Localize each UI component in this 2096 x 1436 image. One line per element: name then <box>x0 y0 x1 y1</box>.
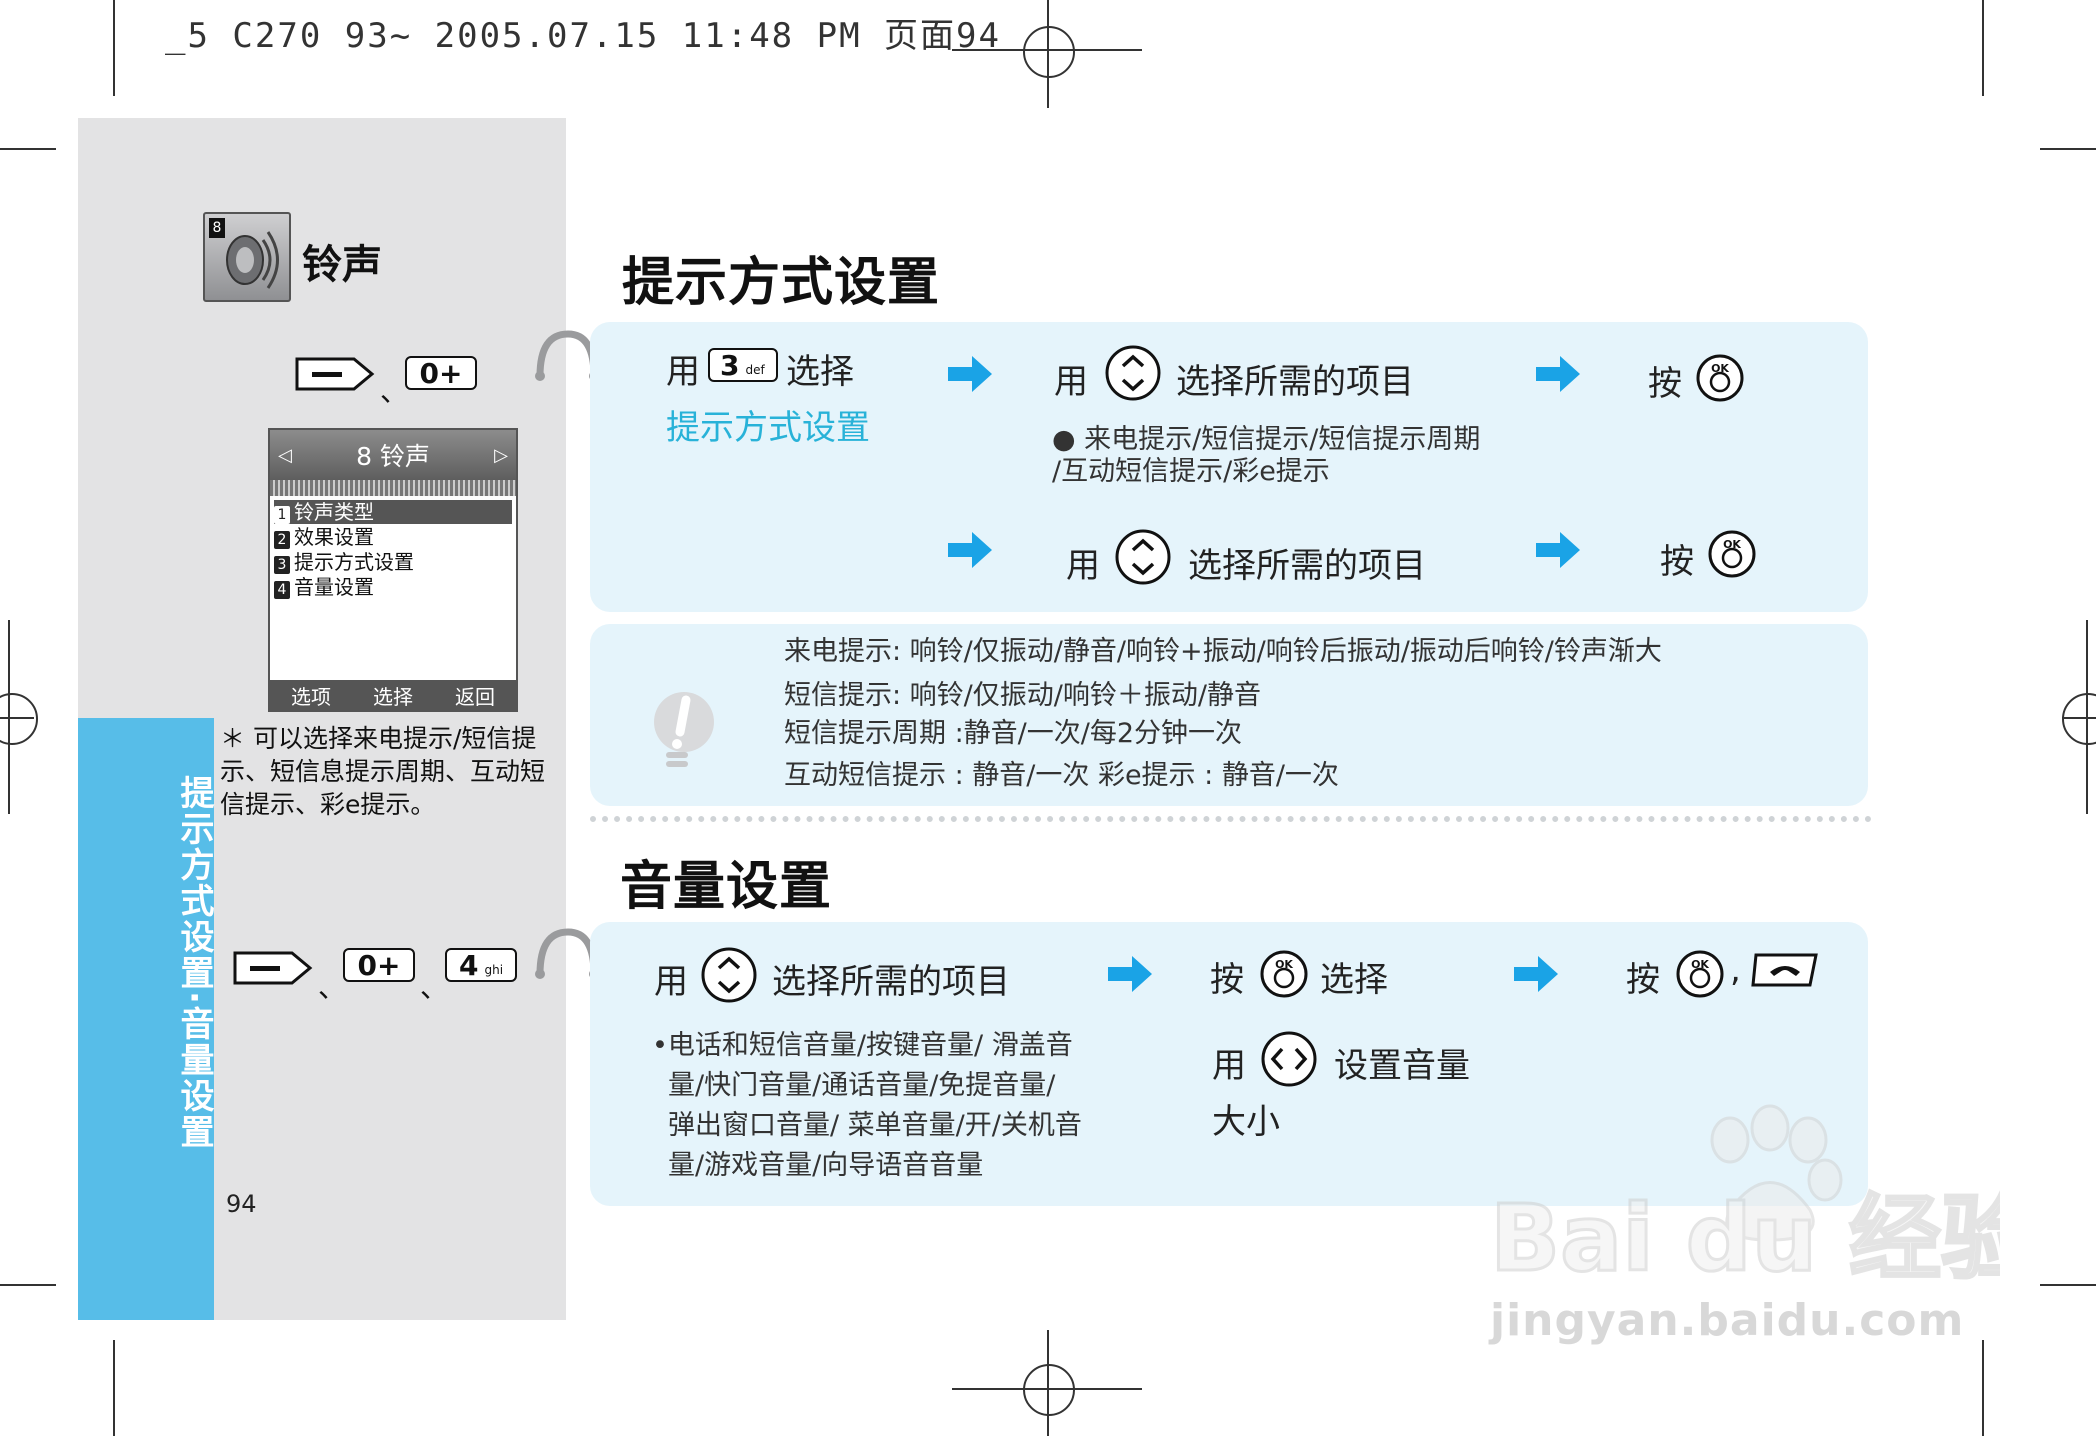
section-divider <box>590 816 1872 822</box>
step-text: 按 <box>1648 364 1682 404</box>
tip-line: 短信提示周期 :静音/一次/每2分钟一次 <box>784 718 1243 749</box>
separator: 、 <box>420 971 449 1004</box>
print-header: _5 C270 93~ 2005.07.15 11:48 PM 页面94 <box>165 16 1001 56</box>
nav-key-up-down-icon <box>701 947 757 1003</box>
separator: 、 <box>318 971 347 1004</box>
nav-key-left-right-icon <box>1261 1031 1317 1087</box>
volume-option-line: 弹出窗口音量/ 菜单音量/开/关机音 <box>668 1110 1082 1141</box>
key-three: 3 def <box>708 348 778 382</box>
volume-option-line: •电话和短信音量/按键音量/ 滑盖音 <box>652 1030 1073 1061</box>
sidebar-note: ＊ 可以选择来电提示/短信提示、短信息提示周期、互动短信提示、彩e提示。 <box>220 724 546 819</box>
left-softkey-icon <box>295 357 375 391</box>
comma: , <box>1730 950 1741 990</box>
next-arrow-icon <box>1536 532 1580 568</box>
next-arrow-icon <box>1514 956 1558 992</box>
key-four-letters: ghi <box>484 963 504 977</box>
step-text: 选择 <box>786 352 854 392</box>
item-number: 1 <box>274 506 290 524</box>
item-label: 效果设置 <box>294 525 374 549</box>
tip-bulb-icon <box>654 692 714 767</box>
ok-label: OK <box>1275 958 1293 971</box>
options-list: ● 来电提示/短信提示/短信提示周期 <box>1052 424 1481 455</box>
key-four-digit: 4 <box>459 948 479 982</box>
tip-line: 短信提示: 响铃/仅振动/响铃＋振动/静音 <box>784 680 1261 711</box>
tip-line: 来电提示: 响铃/仅振动/静音/响铃+振动/响铃后振动/振动后响铃/铃声渐大 <box>784 636 1662 667</box>
item-number: 2 <box>274 531 290 549</box>
ok-label: OK <box>1711 362 1729 375</box>
step-text: 按 <box>1660 542 1694 582</box>
key-three-digit: 3 <box>720 348 740 382</box>
phone-header: ◁ 8 铃声 ▷ <box>270 430 516 480</box>
key-four: 4 ghi <box>445 948 517 982</box>
step-text: 大小 <box>1212 1102 1280 1142</box>
step-text: 选择所需的项目 <box>772 962 1010 1002</box>
step-text: 用 <box>1066 546 1100 586</box>
menu-title: 铃声 <box>302 242 382 288</box>
phone-divider <box>270 480 516 496</box>
ok-key-icon: OK <box>1708 530 1756 578</box>
step-target-link: 提示方式设置 <box>666 408 870 448</box>
ok-label: OK <box>1691 958 1709 971</box>
phone-menu-item[interactable]: 2 效果设置 <box>274 525 512 549</box>
next-arrow-icon <box>948 532 992 568</box>
softkey-select[interactable]: 选择 <box>373 681 413 710</box>
item-number: 4 <box>274 581 290 599</box>
phone-screen: ◁ 8 铃声 ▷ 1 铃声类型 2 效果设置 3 提示方式设置 4 音量设置 选项 选择… <box>268 428 518 712</box>
softkey-back[interactable]: 返回 <box>455 681 495 710</box>
step-text: 用 <box>666 352 700 392</box>
step-text: 选择所需的项目 <box>1176 362 1414 402</box>
step-text: 用 <box>1054 362 1088 402</box>
page-number: 94 <box>226 1190 257 1218</box>
step-text: 用 <box>1212 1046 1246 1086</box>
section-heading-alert-mode: 提示方式设置 <box>622 253 941 313</box>
key-three-letters: def <box>745 363 765 377</box>
phone-header-title: 8 铃声 <box>356 442 430 471</box>
nav-key-up-down-icon <box>1115 529 1171 585</box>
tip-line: 互动短信提示 : 静音/一次 彩e提示 : 静音/一次 <box>784 760 1339 791</box>
item-label: 铃声类型 <box>294 500 374 524</box>
item-label: 提示方式设置 <box>294 550 414 574</box>
volume-option-line: 量/快门音量/通话音量/免提音量/ <box>668 1070 1056 1101</box>
phone-softkey-bar: 选项 选择 返回 <box>270 680 516 710</box>
baidu-watermark-logo: Bai du 经验 <box>1489 1104 2000 1294</box>
left-softkey-icon <box>233 951 313 985</box>
phone-menu-item[interactable]: 3 提示方式设置 <box>274 550 512 574</box>
next-arrow-icon <box>1108 956 1152 992</box>
step-text: 用 <box>654 962 688 1002</box>
ok-key-icon: OK <box>1676 950 1724 998</box>
end-call-key-icon <box>1751 953 1818 987</box>
separator: 、 <box>380 375 409 408</box>
softkey-options[interactable]: 选项 <box>291 681 331 710</box>
next-arrow-icon <box>948 356 992 392</box>
phone-menu-item[interactable]: 1 铃声类型 <box>274 500 512 524</box>
step-text: 选择所需的项目 <box>1188 546 1426 586</box>
step-text: 按 <box>1626 960 1660 1000</box>
item-number: 3 <box>274 556 290 574</box>
section-heading-volume: 音量设置 <box>620 857 833 917</box>
step-text: 按 <box>1210 960 1244 1000</box>
ok-key-icon: OK <box>1696 354 1744 402</box>
key-zero: 0+ <box>343 948 415 982</box>
step-text: 设置音量 <box>1334 1046 1470 1086</box>
right-arrow-icon: ▷ <box>494 444 508 466</box>
chapter-label: 提示方式设置·音量设置 <box>174 775 214 1150</box>
next-arrow-icon <box>1536 356 1580 392</box>
phone-menu-item[interactable]: 4 音量设置 <box>274 575 512 599</box>
ok-key-icon: OK <box>1260 950 1308 998</box>
nav-key-up-down-icon <box>1105 345 1161 401</box>
speaker-icon: 8 <box>203 212 291 302</box>
ok-label: OK <box>1723 538 1741 551</box>
step-text: 选择 <box>1320 960 1388 1000</box>
options-list-cont: /互动短信提示/彩e提示 <box>1052 456 1330 487</box>
volume-option-line: 量/游戏音量/向导语音音量 <box>668 1150 984 1181</box>
item-label: 音量设置 <box>294 575 374 599</box>
key-zero: 0+ <box>405 356 477 390</box>
watermark-url: jingyan.baidu.com <box>1490 1295 1965 1346</box>
left-arrow-icon: ◁ <box>278 444 292 466</box>
watermark-text: Bai du 经验 <box>1490 1185 2000 1292</box>
